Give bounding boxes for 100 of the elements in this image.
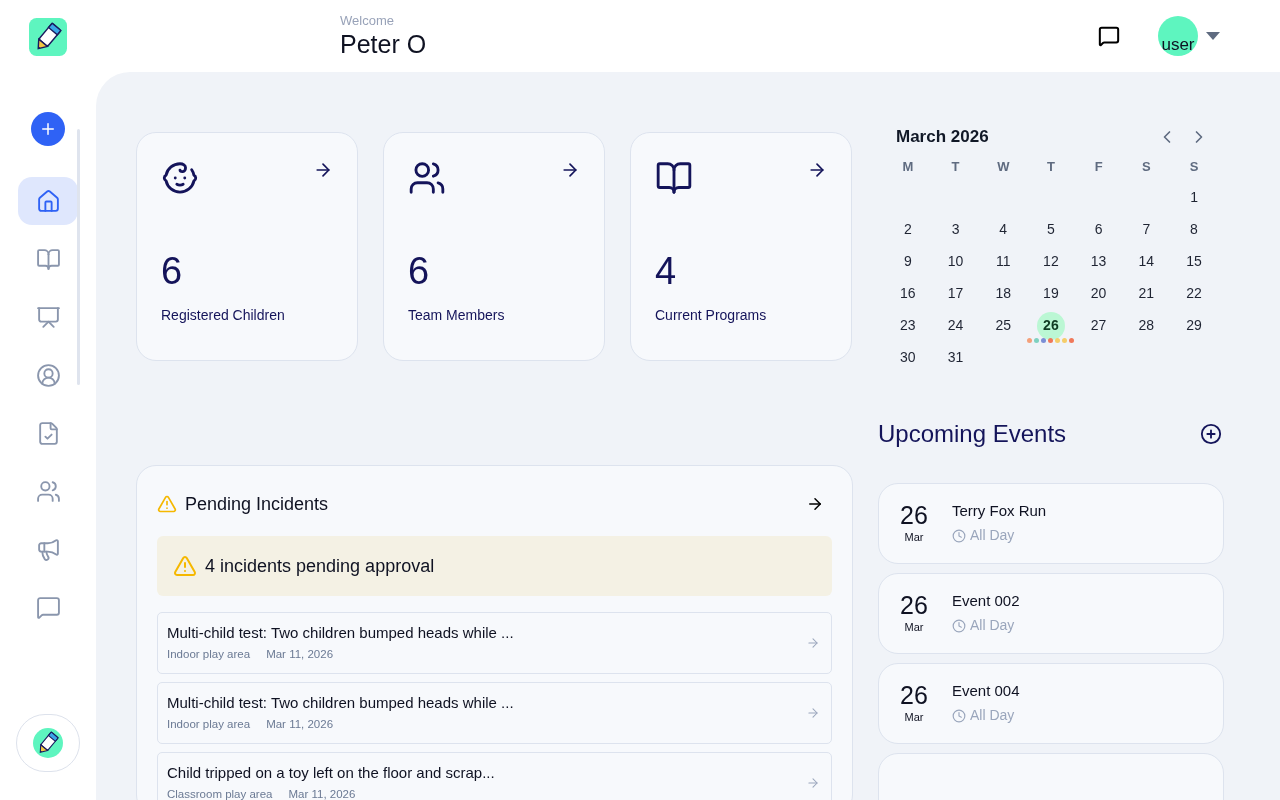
clock-icon bbox=[952, 708, 966, 723]
calendar-day[interactable]: 23 bbox=[893, 311, 922, 340]
user-menu-button[interactable]: user bbox=[1158, 16, 1220, 56]
add-button[interactable] bbox=[31, 112, 65, 146]
profile-icon bbox=[35, 362, 61, 388]
event-card[interactable]: 26 Mar Event 004 All Day bbox=[878, 662, 1224, 744]
incident-location: Indoor play area bbox=[167, 716, 251, 732]
stat-label: Current Programs bbox=[655, 306, 768, 325]
message-icon bbox=[1098, 25, 1120, 47]
calendar-day[interactable]: 25 bbox=[989, 311, 1018, 340]
weekday-label: S bbox=[1188, 157, 1200, 176]
incident-date: Mar 11, 2026 bbox=[288, 786, 356, 800]
stat-value: 6 bbox=[161, 249, 184, 293]
calendar-day[interactable]: 1 bbox=[1180, 183, 1209, 212]
calendar-day[interactable]: 13 bbox=[1084, 247, 1113, 276]
section-title: Upcoming Events bbox=[878, 418, 1068, 449]
arrow-right-icon[interactable] bbox=[806, 495, 824, 513]
plus-icon bbox=[39, 120, 57, 138]
calendar-day[interactable]: 29 bbox=[1179, 311, 1208, 340]
calendar-day[interactable]: 9 bbox=[893, 247, 922, 276]
incident-title: Child tripped on a toy left on the floor and scrap... bbox=[167, 762, 496, 783]
weekday-label: M bbox=[901, 157, 915, 176]
incident-row[interactable]: Child tripped on a toy left on the floor and scrap... Classroom play area Mar 11, 2026 bbox=[157, 752, 832, 800]
event-title: Terry Fox Run bbox=[952, 500, 1047, 521]
calendar-day[interactable]: 17 bbox=[941, 279, 970, 308]
calendar-month-title: March 2026 bbox=[896, 126, 990, 148]
stat-card[interactable]: 6 Registered Children bbox=[136, 132, 358, 361]
calendar-day[interactable]: 12 bbox=[1036, 247, 1065, 276]
calendar-day[interactable]: 20 bbox=[1084, 279, 1113, 308]
calendar-day[interactable]: 6 bbox=[1084, 215, 1113, 244]
home-icon bbox=[35, 188, 61, 214]
stat-label: Team Members bbox=[408, 306, 506, 325]
calendar-day[interactable]: 18 bbox=[989, 279, 1018, 308]
calendar-day[interactable]: 24 bbox=[941, 311, 970, 340]
event-day: 26 bbox=[900, 590, 928, 619]
calendar-day[interactable]: 31 bbox=[941, 343, 970, 372]
weekday-label: T bbox=[1046, 157, 1056, 176]
event-day: 26 bbox=[900, 500, 928, 529]
calendar-day[interactable]: 11 bbox=[989, 247, 1018, 276]
arrow-right-icon bbox=[806, 776, 820, 790]
people-icon bbox=[35, 478, 61, 504]
incident-row[interactable]: Multi-child test: Two children bumped heads while ... Indoor play area Mar 11, 2026 bbox=[157, 612, 832, 674]
user-avatar: user bbox=[1158, 16, 1198, 56]
calendar-day[interactable]: 22 bbox=[1179, 279, 1208, 308]
section-title: Pending Incidents bbox=[185, 492, 329, 516]
calendar-day[interactable]: 16 bbox=[893, 279, 922, 308]
pencil-logo-icon bbox=[33, 728, 63, 758]
calendar-day[interactable]: 28 bbox=[1132, 311, 1161, 340]
people-icon bbox=[408, 159, 446, 197]
arrow-right-icon bbox=[806, 706, 820, 720]
event-month: Mar bbox=[904, 529, 924, 545]
event-card[interactable]: 26 Mar Terry Fox Run All Day bbox=[878, 482, 1224, 564]
calendar-day[interactable]: 8 bbox=[1179, 215, 1208, 244]
incident-title: Multi-child test: Two children bumped heads while ... bbox=[167, 622, 515, 643]
calendar-day[interactable]: 2 bbox=[893, 215, 922, 244]
stat-value: 4 bbox=[655, 249, 678, 293]
warning-icon bbox=[173, 554, 197, 578]
event-day: 26 bbox=[900, 680, 928, 709]
incident-row[interactable]: Multi-child test: Two children bumped heads while ... Indoor play area Mar 11, 2026 bbox=[157, 682, 832, 744]
warning-icon bbox=[157, 494, 177, 514]
calendar-day[interactable]: 7 bbox=[1132, 215, 1161, 244]
user-name: Peter O bbox=[340, 29, 427, 59]
stat-card[interactable]: 4 Current Programs bbox=[630, 132, 852, 361]
pencil-logo-icon bbox=[29, 18, 67, 56]
weekday-label: S bbox=[1141, 157, 1152, 176]
event-month: Mar bbox=[904, 709, 924, 725]
calendar-day[interactable]: 15 bbox=[1179, 247, 1208, 276]
calendar-day[interactable]: 21 bbox=[1132, 279, 1161, 308]
arrow-right-icon bbox=[806, 636, 820, 650]
book-icon bbox=[35, 246, 61, 272]
calendar-day[interactable]: 5 bbox=[1036, 215, 1065, 244]
calendar-day[interactable]: 26 bbox=[1036, 311, 1065, 340]
incident-location: Classroom play area bbox=[167, 786, 273, 800]
event-time: All Day bbox=[970, 706, 1015, 726]
event-title: Event 004 bbox=[952, 680, 1020, 701]
alert-text: 4 incidents pending approval bbox=[205, 554, 435, 578]
megaphone-icon bbox=[35, 536, 61, 562]
event-time: All Day bbox=[970, 616, 1015, 636]
add-event-icon[interactable] bbox=[1200, 422, 1222, 445]
event-time: All Day bbox=[970, 526, 1015, 546]
calendar-day[interactable]: 27 bbox=[1084, 311, 1113, 340]
calendar-day[interactable]: 10 bbox=[941, 247, 970, 276]
sidebar-item[interactable] bbox=[18, 177, 78, 225]
message-icon bbox=[35, 594, 61, 620]
clock-icon bbox=[952, 528, 966, 543]
calendar-day[interactable]: 19 bbox=[1036, 279, 1065, 308]
stat-label: Registered Children bbox=[161, 306, 286, 325]
event-card[interactable]: 26 Mar Event 002 All Day bbox=[878, 572, 1224, 654]
stat-card[interactable]: 6 Team Members bbox=[383, 132, 605, 361]
calendar-day[interactable]: 4 bbox=[989, 215, 1018, 244]
clock-icon bbox=[952, 618, 966, 633]
incident-date: Mar 11, 2026 bbox=[266, 646, 334, 662]
calendar-day[interactable]: 14 bbox=[1132, 247, 1161, 276]
book-icon bbox=[655, 159, 693, 197]
calendar-day[interactable]: 3 bbox=[941, 215, 970, 244]
weekday-label: W bbox=[996, 157, 1011, 176]
incident-location: Indoor play area bbox=[167, 646, 251, 662]
calendar-day[interactable]: 30 bbox=[893, 343, 922, 372]
greeting-text: Welcome bbox=[340, 13, 395, 29]
weekday-label: F bbox=[1093, 157, 1104, 176]
